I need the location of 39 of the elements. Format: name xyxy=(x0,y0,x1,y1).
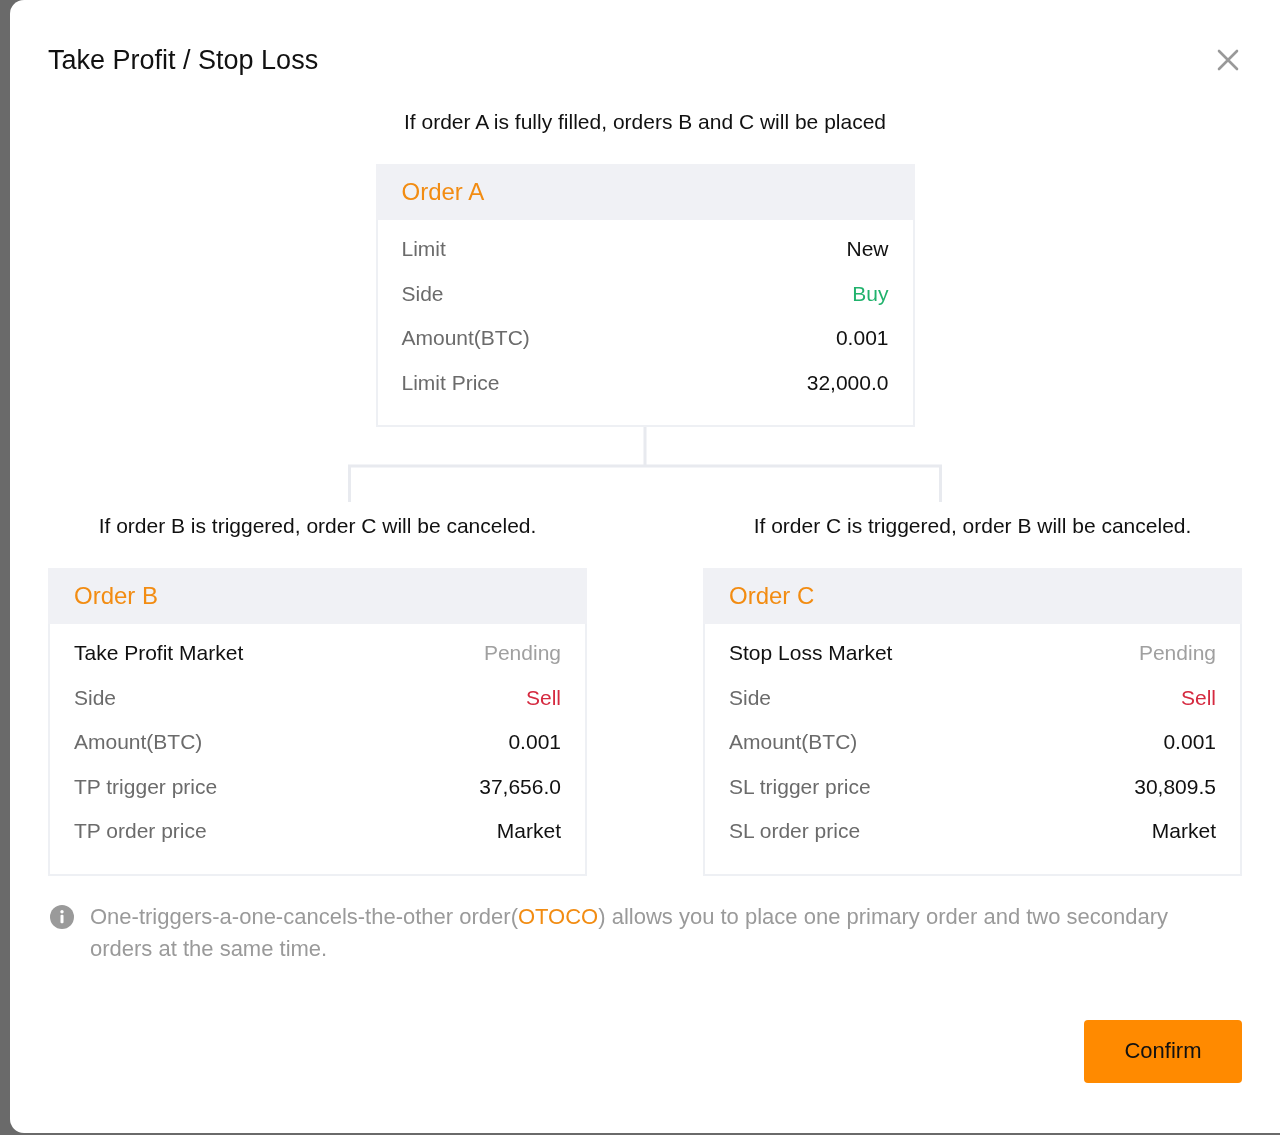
field-value: Sell xyxy=(1180,684,1216,711)
field-label: SL trigger price xyxy=(729,773,871,800)
field-label: Amount(BTC) xyxy=(401,325,530,352)
field-label: Side xyxy=(729,684,772,711)
branch-caption: If order B is triggered, order C will be canceled. xyxy=(98,513,537,539)
dialog-title: Take Profit / Stop Loss xyxy=(48,44,319,77)
field-label: Side xyxy=(401,280,444,307)
order-title: Order A xyxy=(401,177,485,207)
field-label: TP order price xyxy=(74,818,207,845)
order-title: Order C xyxy=(729,581,815,611)
field-label: Stop Loss Market xyxy=(729,640,893,667)
info-note: One-triggers-a-one-cancels-the-other order(OTOCO) allows you to place one primary order and two secondary orders at the same time. xyxy=(90,902,1170,963)
field-value: Buy xyxy=(852,280,889,307)
info-icon xyxy=(50,904,74,929)
field-value: New xyxy=(846,236,889,263)
order-title: Order B xyxy=(74,581,159,611)
field-label: Amount(BTC) xyxy=(74,729,203,756)
field-value: 32,000.0 xyxy=(806,369,889,396)
confirm-button[interactable]: Confirm xyxy=(1084,1019,1242,1083)
field-value: 37,656.0 xyxy=(479,773,561,800)
field-value: Market xyxy=(1151,818,1216,845)
field-value: Market xyxy=(496,818,561,845)
field-label: Limit Price xyxy=(401,369,500,396)
field-value: 0.001 xyxy=(508,729,561,756)
field-value: 30,809.5 xyxy=(1134,773,1216,800)
branch-caption: If order C is triggered, order B will be canceled. xyxy=(753,513,1192,539)
field-label: TP trigger price xyxy=(74,773,218,800)
field-label: Limit xyxy=(401,236,446,263)
field-label: Take Profit Market xyxy=(74,640,244,667)
field-label: Amount(BTC) xyxy=(729,729,858,756)
field-value: Pending xyxy=(1138,640,1216,667)
field-value: Pending xyxy=(483,640,561,667)
field-label: Side xyxy=(74,684,117,711)
field-value: 0.001 xyxy=(835,325,889,352)
close-icon xyxy=(1217,49,1239,71)
field-value: Sell xyxy=(525,684,561,711)
intro-text: If order A is fully filled, orders B and C will be placed xyxy=(403,109,887,135)
field-label: SL order price xyxy=(729,818,861,845)
field-value: 0.001 xyxy=(1163,729,1216,756)
